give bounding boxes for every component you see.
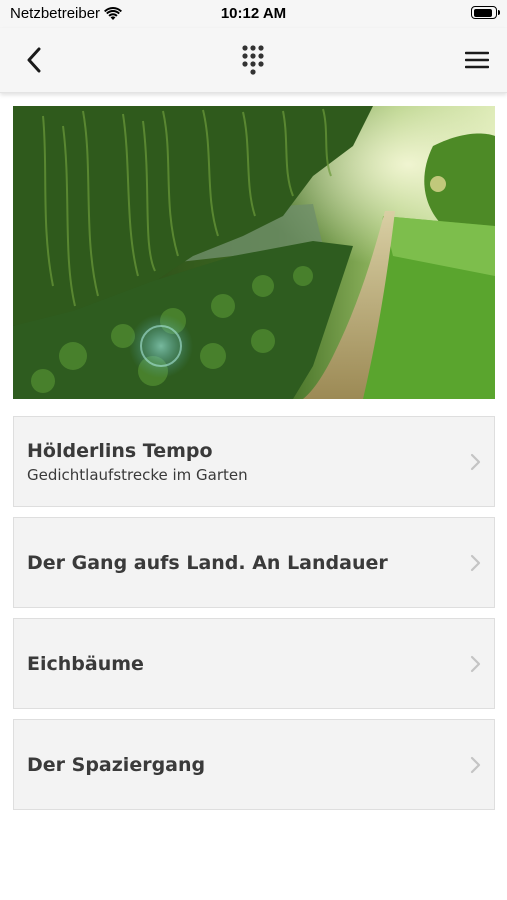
list-item-title: Hölderlins Tempo [27,439,213,462]
hamburger-menu-icon [465,51,489,69]
hero-image [13,106,495,399]
list-item-holderlins-tempo[interactable]: Hölderlins Tempo Gedichtlaufstrecke im Ga… [13,416,495,507]
chevron-right-icon [470,655,481,672]
clock: 10:12 AM [220,5,287,22]
list-item-der-spaziergang[interactable]: Der Spaziergang [13,719,495,810]
navigation-bar [0,28,507,93]
list-item-title: Der Gang aufs Land. An Landauer [27,551,388,574]
chevron-left-icon [27,47,41,73]
list-item-eichbaume[interactable]: Eichbäume [13,618,495,709]
list-item-title: Der Spaziergang [27,753,206,776]
list-item-title: Eichbäume [27,652,144,675]
status-bar: Netzbetreiber 10:12 AM [0,0,507,28]
poem-list: Hölderlins Tempo Gedichtlaufstrecke im Ga… [13,416,495,820]
menu-button[interactable] [457,40,497,80]
chevron-right-icon [470,554,481,571]
chevron-right-icon [470,756,481,773]
back-button[interactable] [14,40,54,80]
list-item-subtitle: Gedichtlaufstrecke im Garten [27,465,248,484]
chevron-right-icon [470,453,481,470]
battery-level-fill [473,8,492,17]
battery-icon [471,6,500,19]
dialpad-button[interactable] [233,40,273,80]
list-item-der-gang-aufs-land-an-landauer[interactable]: Der Gang aufs Land. An Landauer [13,517,495,608]
garden-path-image [13,106,495,399]
dialpad-grid-icon [242,45,264,75]
